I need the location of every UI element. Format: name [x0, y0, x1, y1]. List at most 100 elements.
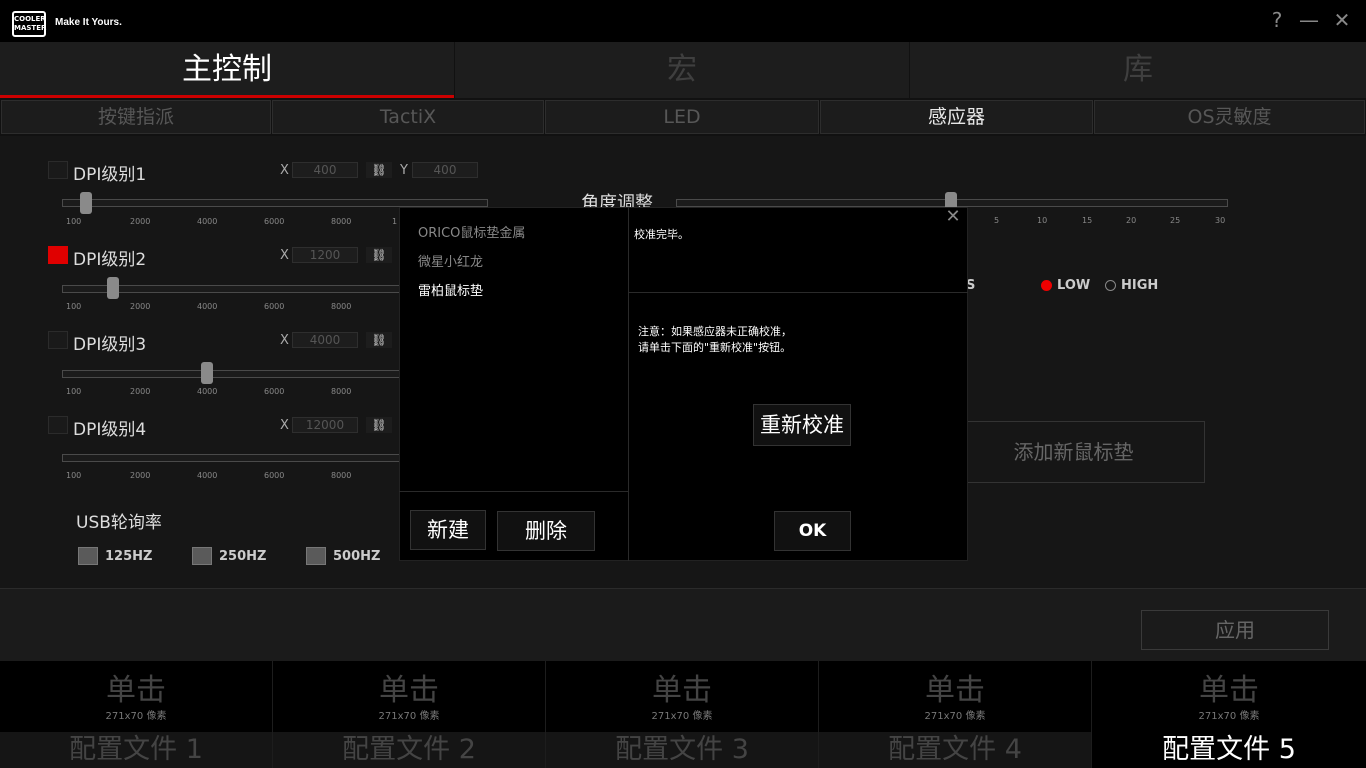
- usb-polling-label: USB轮询率: [76, 513, 162, 533]
- angle-tick: 30: [1215, 216, 1226, 225]
- tab-library-label: 库: [1123, 52, 1153, 87]
- poll-125-checkbox[interactable]: [78, 547, 98, 565]
- sub-tabs: 按键指派 TactiX LED 感应器 OS灵敏度: [0, 98, 1366, 136]
- subtab-os-sensitivity[interactable]: OS灵敏度: [1094, 100, 1365, 134]
- dpi-level-2-tick: 6000: [264, 302, 285, 311]
- close-icon[interactable]: ✕: [1328, 7, 1356, 35]
- profile-4[interactable]: 单击 271x70 像素 配置文件 4: [819, 661, 1092, 768]
- poll-125-label: 125HZ: [105, 549, 153, 564]
- dpi-level-2-x-field[interactable]: 1200: [292, 247, 358, 263]
- mousepad-item[interactable]: 微星小红龙: [418, 251, 483, 270]
- tab-macro[interactable]: 宏: [455, 42, 910, 98]
- ok-button[interactable]: OK: [774, 511, 851, 551]
- poll-500-checkbox[interactable]: [306, 547, 326, 565]
- tab-library[interactable]: 库: [910, 42, 1366, 98]
- dpi-level-3-slider-thumb[interactable]: [201, 362, 213, 384]
- dpi-level-4-link-icon[interactable]: ⛓: [366, 417, 392, 433]
- dpi-level-1-slider[interactable]: [62, 199, 488, 207]
- dpi-level-4-label: DPI级别4: [73, 420, 147, 440]
- dpi-level-1-link-icon[interactable]: ⛓: [366, 162, 392, 178]
- dpi-level-2-link-icon[interactable]: ⛓: [366, 247, 392, 263]
- dpi-level-2-checkbox[interactable]: [48, 246, 68, 264]
- delete-mousepad-button[interactable]: 删除: [497, 511, 595, 551]
- calibration-note-line-2: 请单击下面的"重新校准"按钮。: [638, 341, 792, 354]
- dpi-level-3-tick: 100: [66, 387, 82, 396]
- apply-button[interactable]: 应用: [1141, 610, 1329, 650]
- dpi-level-1-tick: 4000: [197, 217, 218, 226]
- dpi-level-3-tick: 4000: [197, 387, 218, 396]
- subtab-led[interactable]: LED: [545, 100, 819, 134]
- dpi-level-1-tick: 1: [392, 217, 398, 226]
- angle-tick: 25: [1170, 216, 1181, 225]
- profile-size: 271x70 像素: [105, 711, 167, 722]
- help-icon[interactable]: ?: [1263, 7, 1291, 35]
- new-mousepad-button[interactable]: 新建: [410, 510, 486, 550]
- dpi-level-1-tick: 8000: [331, 217, 352, 226]
- calibration-status: 校准完毕。: [634, 228, 689, 241]
- dpi-level-3-checkbox[interactable]: [48, 331, 68, 349]
- dpi-level-4-tick: 4000: [197, 471, 218, 480]
- dpi-level-1-y-field[interactable]: 400: [412, 162, 478, 178]
- dpi-level-4-x-field[interactable]: 12000: [292, 417, 358, 433]
- dpi-level-1-y-label: Y: [400, 163, 408, 178]
- dpi-level-4-tick: 2000: [130, 471, 151, 480]
- profile-5[interactable]: 单击 271x70 像素 配置文件 5: [1092, 661, 1366, 768]
- recalibrate-button[interactable]: 重新校准: [753, 404, 851, 446]
- tagline: Make It Yours.: [55, 17, 122, 28]
- divider: [399, 491, 629, 492]
- profile-size: 271x70 像素: [924, 711, 986, 722]
- dpi-level-4-checkbox[interactable]: [48, 416, 68, 434]
- dpi-level-2-x-label: X: [280, 248, 289, 263]
- profile-title: 单击: [1199, 673, 1259, 708]
- dpi-level-1-slider-thumb[interactable]: [80, 192, 93, 214]
- dpi-level-4-slider[interactable]: [62, 454, 402, 462]
- profile-title: 单击: [925, 673, 985, 708]
- profile-title: 单击: [106, 673, 166, 708]
- dpi-level-2-tick: 8000: [331, 302, 352, 311]
- dpi-level-2-slider-thumb[interactable]: [107, 277, 120, 299]
- dpi-level-2-tick: 2000: [130, 302, 151, 311]
- dpi-level-3-x-field[interactable]: 4000: [292, 332, 358, 348]
- profile-1[interactable]: 单击 271x70 像素 配置文件 1: [0, 661, 273, 768]
- dialog-close-icon[interactable]: ✕: [944, 207, 962, 227]
- profile-2[interactable]: 单击 271x70 像素 配置文件 2: [273, 661, 546, 768]
- angle-tick: 20: [1126, 216, 1137, 225]
- dpi-level-4-tick: 6000: [264, 471, 285, 480]
- dpi-level-3-x-label: X: [280, 333, 289, 348]
- profile-name: 配置文件 2: [273, 732, 545, 768]
- dpi-level-1-tick: 2000: [130, 217, 151, 226]
- dpi-level-4-tick: 8000: [331, 471, 352, 480]
- dpi-level-1-label: DPI级别1: [73, 165, 147, 185]
- tab-main-control[interactable]: 主控制: [0, 42, 455, 98]
- dpi-level-3-link-icon[interactable]: ⛓: [366, 332, 392, 348]
- minimize-icon[interactable]: —: [1295, 7, 1323, 35]
- subtab-sensor[interactable]: 感应器: [820, 100, 1093, 134]
- poll-500-label: 500HZ: [333, 549, 381, 564]
- lod-high-label: HIGH: [1121, 278, 1159, 293]
- dpi-level-3-tick: 2000: [130, 387, 151, 396]
- main-tabs: 主控制 宏 库: [0, 42, 1366, 98]
- subtab-key-assign[interactable]: 按键指派: [1, 100, 271, 134]
- dpi-level-2-tick: 4000: [197, 302, 218, 311]
- dpi-level-1-x-field[interactable]: 400: [292, 162, 358, 178]
- lod-low-radio[interactable]: [1041, 280, 1052, 291]
- angle-tick: 5: [994, 216, 1000, 225]
- profile-title: 单击: [652, 673, 712, 708]
- tab-macro-label: 宏: [667, 52, 697, 87]
- dpi-level-3-slider[interactable]: [62, 370, 402, 378]
- mousepad-item[interactable]: ORICO鼠标垫金属: [418, 222, 525, 241]
- tab-main-control-label: 主控制: [182, 52, 272, 87]
- subtab-tactix[interactable]: TactiX: [272, 100, 544, 134]
- add-mousepad-button[interactable]: 添加新鼠标垫: [942, 421, 1205, 483]
- title-bar: COOLER MASTER Make It Yours. ? — ✕: [0, 0, 1366, 42]
- dpi-level-1-tick: 6000: [264, 217, 285, 226]
- profile-3[interactable]: 单击 271x70 像素 配置文件 3: [546, 661, 819, 768]
- lod-low-label: LOW: [1057, 278, 1091, 293]
- mousepad-item-selected[interactable]: 雷柏鼠标垫: [418, 280, 483, 299]
- dpi-level-1-checkbox[interactable]: [48, 161, 68, 179]
- dpi-level-2-label: DPI级别2: [73, 250, 147, 270]
- poll-250-checkbox[interactable]: [192, 547, 212, 565]
- dpi-level-2-tick: 100: [66, 302, 82, 311]
- lod-high-radio[interactable]: [1105, 280, 1116, 291]
- profile-name: 配置文件 5: [1092, 732, 1366, 768]
